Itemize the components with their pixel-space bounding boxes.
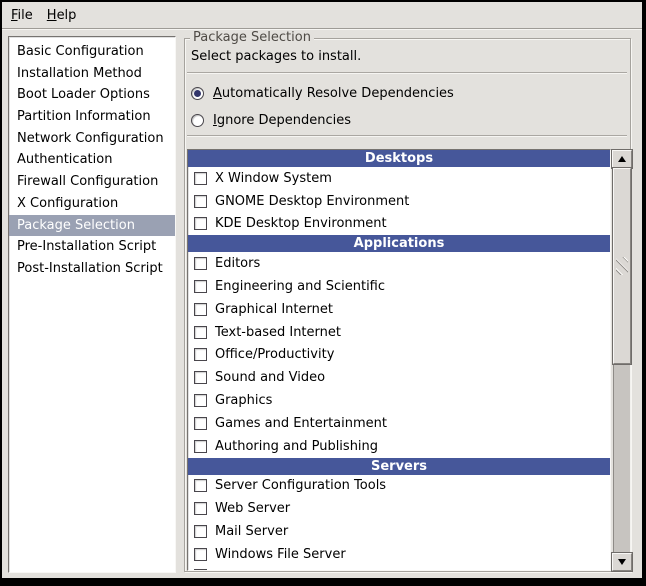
package-label: Sound and Video <box>215 370 325 385</box>
sidebar-item-firewall-configuration[interactable]: Firewall Configuration <box>9 171 175 193</box>
sidebar-item-partition-information[interactable]: Partition Information <box>9 106 175 128</box>
package-row-authoring-and-publishing[interactable]: Authoring and Publishing <box>188 435 610 458</box>
radio-label: Ignore Dependencies <box>213 113 351 128</box>
subtitle-text: Select packages to install. <box>191 49 361 64</box>
frame-title: Package Selection <box>190 30 314 45</box>
checkbox-icon[interactable] <box>194 195 207 208</box>
scrollbar-track[interactable] <box>613 168 631 553</box>
radio-label: Automatically Resolve Dependencies <box>213 86 454 101</box>
sidebar-item-pre-installation-script[interactable]: Pre-Installation Script <box>9 236 175 258</box>
sidebar-item-network-configuration[interactable]: Network Configuration <box>9 128 175 150</box>
package-label: Windows File Server <box>215 547 346 562</box>
package-row-sound-and-video[interactable]: Sound and Video <box>188 366 610 389</box>
checkbox-icon[interactable] <box>194 394 207 407</box>
package-row-mail-server[interactable]: Mail Server <box>188 520 610 543</box>
sidebar-item-basic-configuration[interactable]: Basic Configuration <box>9 41 175 63</box>
separator <box>187 72 627 73</box>
scroll-up-button[interactable] <box>612 150 632 168</box>
application-window: FileHelp Basic ConfigurationInstallation… <box>2 2 642 578</box>
sidebar-item-post-installation-script[interactable]: Post-Installation Script <box>9 258 175 280</box>
package-label: Games and Entertainment <box>215 416 387 431</box>
checkbox-icon[interactable] <box>194 217 207 230</box>
checkbox-icon[interactable] <box>194 479 207 492</box>
package-group-list: Desktops X Window System GNOME Desktop Env… <box>187 149 611 571</box>
checkbox-icon[interactable] <box>194 417 207 430</box>
package-row-windows-file-server[interactable]: Windows File Server <box>188 543 610 566</box>
checkbox-icon[interactable] <box>194 548 207 561</box>
radio-button-icon[interactable] <box>191 114 204 127</box>
checkbox-icon[interactable] <box>194 348 207 361</box>
package-row-server-configuration-tools[interactable]: Server Configuration Tools <box>188 475 610 498</box>
scrollbar-thumb[interactable] <box>613 168 631 364</box>
package-label: KDE Desktop Environment <box>215 216 387 231</box>
sidebar-item-package-selection[interactable]: Package Selection <box>9 215 175 237</box>
section-header-applications: Applications <box>188 235 610 252</box>
checkbox-icon[interactable] <box>194 280 207 293</box>
package-label: Web Server <box>215 501 290 516</box>
checkbox-icon[interactable] <box>194 257 207 270</box>
section-header-servers: Servers <box>188 458 610 475</box>
down-arrow-icon <box>618 559 626 565</box>
package-row-x-window-system[interactable]: X Window System <box>188 167 610 190</box>
separator <box>187 135 627 136</box>
scrollbar-grip-icon <box>616 257 628 275</box>
checkbox-icon[interactable] <box>194 303 207 316</box>
package-row-web-server[interactable]: Web Server <box>188 497 610 520</box>
package-label: Text-based Internet <box>215 325 341 340</box>
package-row-office-productivity[interactable]: Office/Productivity <box>188 344 610 367</box>
package-row-games-and-entertainment[interactable]: Games and Entertainment <box>188 412 610 435</box>
package-label: Engineering and Scientific <box>215 279 385 294</box>
menu-help[interactable]: Help <box>40 5 84 26</box>
package-selection-frame: Package Selection Select packages to ins… <box>184 38 631 572</box>
checkbox-icon[interactable] <box>194 502 207 515</box>
package-row-gnome-desktop-environment[interactable]: GNOME Desktop Environment <box>188 190 610 213</box>
package-label: Server Configuration Tools <box>215 478 386 493</box>
package-label: Mail Server <box>215 524 288 539</box>
package-label: Authoring and Publishing <box>215 439 378 454</box>
section-header-desktops: Desktops <box>188 150 610 167</box>
sidebar-item-installation-method[interactable]: Installation Method <box>9 63 175 85</box>
package-label: X Window System <box>215 171 332 186</box>
checkbox-icon[interactable] <box>194 525 207 538</box>
up-arrow-icon <box>618 156 626 162</box>
dependency-radio-group: Automatically Resolve Dependencies Ignore… <box>191 80 454 134</box>
checkbox-icon[interactable] <box>194 440 207 453</box>
checkbox-icon[interactable] <box>194 371 207 384</box>
sidebar-item-authentication[interactable]: Authentication <box>9 149 175 171</box>
scroll-down-button[interactable] <box>612 553 632 571</box>
package-row-kde-desktop-environment[interactable]: KDE Desktop Environment <box>188 213 610 236</box>
menu-bar: FileHelp <box>2 2 642 29</box>
checkbox-icon[interactable] <box>194 326 207 339</box>
menu-file[interactable]: File <box>4 5 40 26</box>
radio-row-ignore-dependencies[interactable]: Ignore Dependencies <box>191 107 454 134</box>
package-row-partial[interactable] <box>188 566 610 571</box>
sidebar-category-list: Basic ConfigurationInstallation MethodBo… <box>8 36 176 573</box>
package-row-engineering-and-scientific[interactable]: Engineering and Scientific <box>188 275 610 298</box>
package-label: GNOME Desktop Environment <box>215 194 409 209</box>
checkbox-icon[interactable] <box>194 172 207 185</box>
radio-row-automatically-resolve-dependencies[interactable]: Automatically Resolve Dependencies <box>191 80 454 107</box>
sidebar-item-boot-loader-options[interactable]: Boot Loader Options <box>9 84 175 106</box>
package-label: Graphical Internet <box>215 302 333 317</box>
radio-button-icon[interactable] <box>191 87 204 100</box>
package-label: Office/Productivity <box>215 347 334 362</box>
package-row-text-based-internet[interactable]: Text-based Internet <box>188 321 610 344</box>
sidebar-item-x-configuration[interactable]: X Configuration <box>9 193 175 215</box>
package-row-graphical-internet[interactable]: Graphical Internet <box>188 298 610 321</box>
package-row-editors[interactable]: Editors <box>188 252 610 275</box>
package-row-graphics[interactable]: Graphics <box>188 389 610 412</box>
package-label: Graphics <box>215 393 272 408</box>
package-label: Editors <box>215 256 260 271</box>
vertical-scrollbar <box>612 150 632 571</box>
checkbox-icon[interactable] <box>194 569 207 571</box>
